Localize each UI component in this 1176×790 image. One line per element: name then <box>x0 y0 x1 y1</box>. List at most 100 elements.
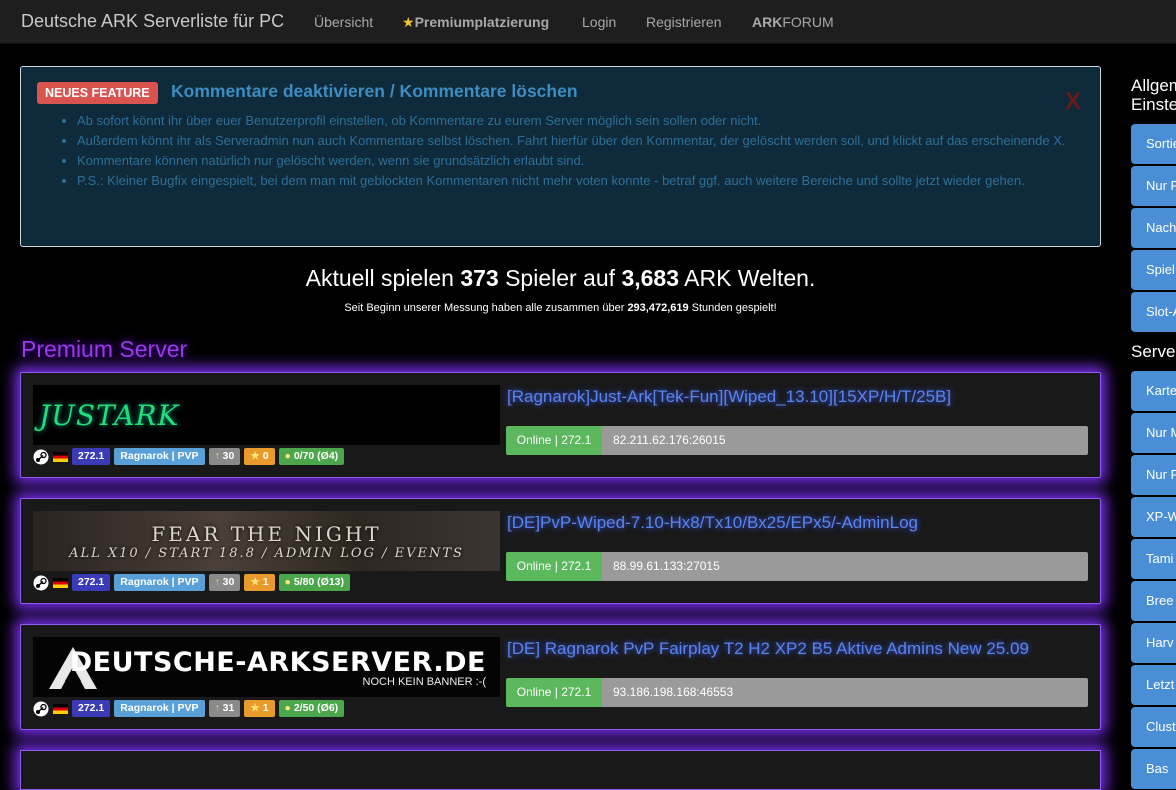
stats-text: Seit Beginn unserer Messung haben alle z… <box>344 302 628 314</box>
feature-item: Ab sofort könnt ihr über euer Benutzerpr… <box>77 111 1077 131</box>
nav-premium-label: Premiumplatzierung <box>414 14 550 30</box>
server-banner[interactable]: DEUTSCHE-ARKSERVER.DE NOCH KEIN BANNER :… <box>33 637 500 697</box>
players-count: 5/80 (Ø13) <box>293 576 345 588</box>
stars-count: 1 <box>262 702 269 714</box>
sidebar-heading-general: Allgem Einste <box>1131 76 1176 114</box>
german-flag-icon <box>53 703 68 714</box>
steam-icon <box>33 575 49 590</box>
players-count: 2/50 (Ø6) <box>293 702 339 714</box>
map-tag: Ragnarok | PVP <box>114 700 205 717</box>
sidebar-heading-line: Allgem <box>1131 76 1176 95</box>
stats-text: Aktuell spielen <box>305 265 461 291</box>
server-card[interactable]: JUSTARK 272.1 Ragnarok | PVP ↑ 30 ★ 0 ● … <box>20 372 1101 478</box>
server-banner[interactable]: FEAR THE NIGHT ALL X10 / START 18.8 / AD… <box>33 511 500 571</box>
version-tag: 272.1 <box>72 700 111 717</box>
sidebar-button[interactable]: Nur P <box>1131 166 1176 206</box>
banner-text: JUSTARK <box>39 398 180 432</box>
players-tag: ● 5/80 (Ø13) <box>278 574 351 591</box>
thumb-up-icon: ↑ <box>214 576 220 588</box>
server-name-link[interactable]: [DE] Ragnarok PvP Fairplay T2 H2 XP2 B5 … <box>507 639 1029 659</box>
german-flag-icon <box>53 577 68 588</box>
map-tag: Ragnarok | PVP <box>114 574 205 591</box>
feature-alert: NEUES FEATURE Kommentare deaktivieren / … <box>20 66 1101 247</box>
online-status: Online | 272.1 <box>506 552 602 581</box>
players-tag: ● 0/70 (Ø4) <box>278 448 345 465</box>
nav-overview[interactable]: Übersicht <box>314 14 373 30</box>
stats-text: Spieler auf <box>498 265 622 291</box>
user-icon: ● <box>284 450 291 462</box>
banner-line: ALL X10 / START 18.8 / ADMIN LOG / EVENT… <box>69 545 464 561</box>
sidebar-button[interactable]: Spiel <box>1131 250 1176 290</box>
feature-item: P.S.: Kleiner Bugfix eingespielt, bei de… <box>77 171 1077 191</box>
sidebar-button[interactable]: Sortie <box>1131 124 1176 164</box>
steam-icon <box>33 701 49 716</box>
server-name-link[interactable]: [Ragnarok]Just-Ark[Tek-Fun][Wiped_13.10]… <box>507 387 951 407</box>
stars-tag: ★ 0 <box>244 448 275 465</box>
sidebar-button[interactable]: Nur M <box>1131 413 1176 453</box>
brand-link[interactable]: Deutsche ARK Serverliste für PC <box>21 11 284 32</box>
hours-count: 293,472,619 <box>627 302 689 314</box>
stars-tag: ★ 1 <box>244 700 275 717</box>
user-icon: ● <box>284 576 291 588</box>
player-stats: Aktuell spielen 373 Spieler auf 3,683 AR… <box>0 265 1121 292</box>
banner-line: NOCH KEIN BANNER :-( <box>362 675 486 688</box>
online-status: Online | 272.1 <box>506 678 602 707</box>
stars-count: 0 <box>262 450 269 462</box>
sidebar-button[interactable]: Clust <box>1131 707 1176 747</box>
votes-count: 30 <box>222 576 235 588</box>
world-count: 3,683 <box>621 265 679 291</box>
server-card[interactable]: FEAR THE NIGHT ALL X10 / START 18.8 / AD… <box>20 498 1101 604</box>
nav-forum-rest: FORUM <box>782 14 834 30</box>
sidebar-button[interactable]: Slot-A <box>1131 292 1176 332</box>
nav-register[interactable]: Registrieren <box>646 14 721 30</box>
online-status: Online | 272.1 <box>506 426 602 455</box>
sidebar-heading-server: Server <box>1131 342 1176 361</box>
sidebar-button[interactable]: Bree <box>1131 581 1176 621</box>
star-icon: ★ <box>250 576 260 588</box>
feature-list: Ab sofort könnt ihr über euer Benutzerpr… <box>77 111 1077 191</box>
server-tags: 272.1 Ragnarok | PVP ↑ 30 ★ 1 ● 5/80 (Ø1… <box>33 574 351 591</box>
server-banner[interactable]: JUSTARK <box>33 385 500 445</box>
feature-item: Außerdem könnt ihr als Serveradmin nun a… <box>77 131 1077 151</box>
sidebar-button[interactable]: Letzt <box>1131 665 1176 705</box>
thumb-up-icon: ↑ <box>214 702 220 714</box>
player-count: 373 <box>460 265 499 291</box>
nav-forum[interactable]: ARKFORUM <box>752 14 834 30</box>
nav-forum-bold: ARK <box>752 14 783 30</box>
stats-text: ARK Welten. <box>679 265 816 291</box>
thumb-up-icon: ↑ <box>214 450 220 462</box>
star-icon: ★ <box>250 702 260 714</box>
star-icon: ★ <box>402 14 415 30</box>
feature-item: Kommentare können natürlich nur gelöscht… <box>77 151 1077 171</box>
sidebar-heading-line: Einste <box>1131 95 1176 114</box>
nav-premium[interactable]: ★Premiumplatzierung <box>402 14 549 31</box>
server-tags: 272.1 Ragnarok | PVP ↑ 30 ★ 0 ● 0/70 (Ø4… <box>33 448 345 465</box>
server-tags: 272.1 Ragnarok | PVP ↑ 31 ★ 1 ● 2/50 (Ø6… <box>33 700 345 717</box>
nav-login[interactable]: Login <box>582 14 616 30</box>
navbar: Deutsche ARK Serverliste für PC Übersich… <box>0 0 1176 44</box>
sidebar-button[interactable]: Nur P <box>1131 455 1176 495</box>
version-tag: 272.1 <box>72 574 111 591</box>
sidebar-button[interactable]: XP-W <box>1131 497 1176 537</box>
new-feature-badge: NEUES FEATURE <box>37 82 158 104</box>
players-count: 0/70 (Ø4) <box>293 450 339 462</box>
players-tag: ● 2/50 (Ø6) <box>278 700 345 717</box>
sidebar-button[interactable]: Harv <box>1131 623 1176 663</box>
close-icon[interactable]: X <box>1065 90 1081 114</box>
server-name-link[interactable]: [DE]PvP-Wiped-7.10-Hx8/Tx10/Bx25/EPx5/-A… <box>507 513 918 533</box>
sidebar-button[interactable]: Bas <box>1131 749 1176 789</box>
stats-text: Stunden gespielt! <box>688 302 777 314</box>
sidebar-button[interactable]: Tami <box>1131 539 1176 579</box>
sidebar-button[interactable]: Nach <box>1131 208 1176 248</box>
votes-count: 31 <box>222 702 235 714</box>
server-ip[interactable]: 88.99.61.133:27015 <box>602 552 1088 581</box>
votes-tag: ↑ 31 <box>208 700 241 717</box>
server-ip[interactable]: 93.186.198.168:46553 <box>602 678 1088 707</box>
star-icon: ★ <box>250 450 260 462</box>
sidebar-button[interactable]: Karte <box>1131 371 1176 411</box>
server-ip[interactable]: 82.211.62.176:26015 <box>602 426 1088 455</box>
server-card[interactable] <box>20 750 1101 790</box>
banner-text: DEUTSCHE-ARKSERVER.DE NOCH KEIN BANNER :… <box>33 637 500 697</box>
server-card[interactable]: DEUTSCHE-ARKSERVER.DE NOCH KEIN BANNER :… <box>20 624 1101 730</box>
votes-tag: ↑ 30 <box>208 574 241 591</box>
